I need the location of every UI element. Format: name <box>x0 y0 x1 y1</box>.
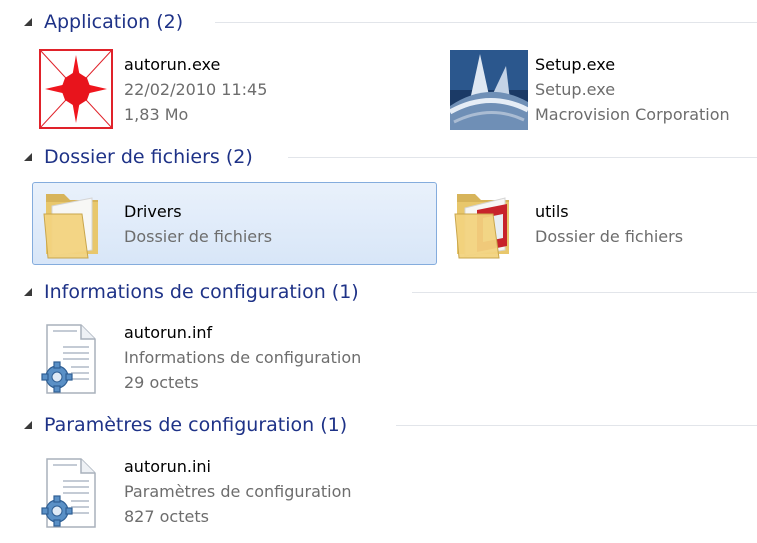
collapse-arrow-icon[interactable] <box>24 153 32 161</box>
config-file-icon <box>37 321 101 401</box>
file-company: Macrovision Corporation <box>535 105 730 124</box>
folder-icon <box>42 184 106 264</box>
group-title: Informations de configuration (1) <box>44 281 359 303</box>
collapse-arrow-icon[interactable] <box>24 421 32 429</box>
collapse-arrow-icon[interactable] <box>24 18 32 26</box>
file-item-text: Setup.exe Setup.exe Macrovision Corporat… <box>535 52 730 127</box>
group-title: Dossier de fichiers (2) <box>44 146 253 168</box>
file-name: autorun.ini <box>124 457 211 476</box>
folder-name: Drivers <box>124 202 182 221</box>
folder-type: Dossier de fichiers <box>124 227 273 246</box>
folder-type: Dossier de fichiers <box>535 227 684 246</box>
file-item-text: autorun.inf Informations de configuratio… <box>124 320 361 395</box>
folder-item-utils[interactable]: utils Dossier de fichiers <box>443 182 757 265</box>
group-header-application[interactable]: Application (2) <box>0 8 757 36</box>
group-title: Paramètres de configuration (1) <box>44 414 348 436</box>
file-name: autorun.inf <box>124 323 213 342</box>
file-type: Paramètres de configuration <box>124 482 352 501</box>
file-item-text: autorun.ini Paramètres de configuration … <box>124 454 352 529</box>
file-name: autorun.exe <box>124 55 221 74</box>
group-header-configuration-settings[interactable]: Paramètres de configuration (1) <box>0 411 757 439</box>
file-size: 29 octets <box>124 373 199 392</box>
group-header-folders[interactable]: Dossier de fichiers (2) <box>0 143 757 171</box>
file-size: 1,83 Mo <box>124 105 189 124</box>
group-title: Application (2) <box>44 11 184 33</box>
group-separator <box>288 156 757 158</box>
folder-with-documents-icon <box>453 184 517 264</box>
group-header-setup-information[interactable]: Informations de configuration (1) <box>0 278 757 306</box>
folder-name: utils <box>535 202 569 221</box>
file-modified-date: 22/02/2010 11:45 <box>124 80 268 99</box>
config-file-icon <box>37 455 101 535</box>
file-description: Setup.exe <box>535 80 616 99</box>
autorun-app-icon <box>39 49 113 133</box>
file-size: 827 octets <box>124 507 209 526</box>
file-item-text: utils Dossier de fichiers <box>535 199 683 249</box>
file-item-autorun-exe[interactable]: autorun.exe 22/02/2010 11:45 1,83 Mo <box>32 44 437 132</box>
file-item-text: autorun.exe 22/02/2010 11:45 1,83 Mo <box>124 52 267 127</box>
setup-installer-icon <box>448 50 530 134</box>
file-item-setup-exe[interactable]: Setup.exe Setup.exe Macrovision Corporat… <box>443 44 757 132</box>
collapse-arrow-icon[interactable] <box>24 288 32 296</box>
file-item-autorun-inf[interactable]: autorun.inf Informations de configuratio… <box>32 314 437 402</box>
file-list-view: Application (2) autorun.exe 22/02/2010 1… <box>0 0 757 543</box>
file-name: Setup.exe <box>535 55 616 74</box>
file-type: Informations de configuration <box>124 348 362 367</box>
file-item-autorun-ini[interactable]: autorun.ini Paramètres de configuration … <box>32 448 437 536</box>
file-item-text: Drivers Dossier de fichiers <box>124 199 272 249</box>
group-separator <box>412 291 757 293</box>
group-separator <box>215 21 757 23</box>
group-separator <box>396 424 757 426</box>
folder-item-drivers[interactable]: Drivers Dossier de fichiers <box>32 182 437 265</box>
